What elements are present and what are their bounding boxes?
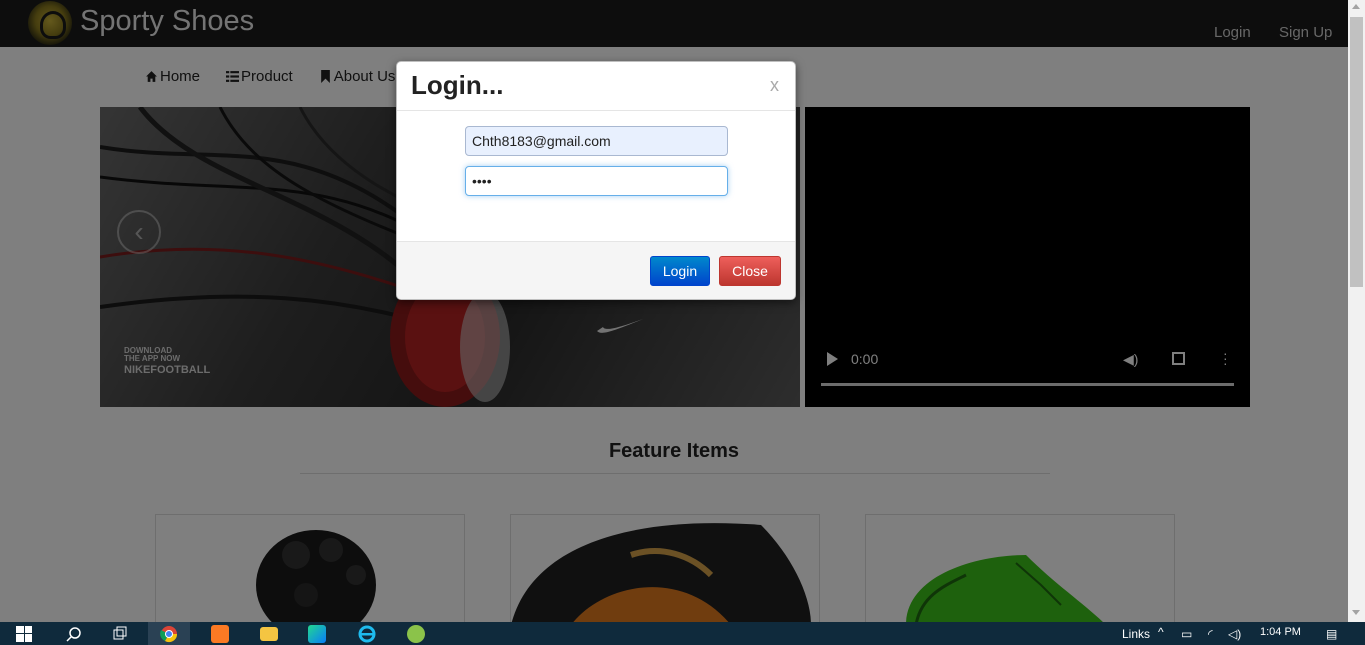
task-view-icon[interactable] [110,622,130,645]
wifi-icon[interactable]: ◜ [1208,627,1213,641]
modal-title: Login... [411,70,504,100]
links-toolbar-label[interactable]: Links [1122,627,1150,641]
chrome-icon[interactable] [148,622,190,645]
email-field[interactable] [465,126,728,156]
modal-close-icon[interactable]: x [770,75,779,96]
webstorm-icon[interactable] [306,622,328,645]
action-center-icon[interactable]: ▤ [1326,627,1337,641]
scrollbar-thumb[interactable] [1350,17,1363,287]
volume-icon[interactable]: ◁) [1228,627,1241,641]
search-icon[interactable] [64,622,84,645]
modal-footer: Login Close [397,241,795,299]
internet-explorer-icon[interactable] [356,622,378,645]
windows-start-icon[interactable] [14,622,34,645]
modal-body [397,111,795,241]
app-icon[interactable] [405,622,427,645]
scroll-down-icon[interactable] [1352,610,1360,615]
chevron-up-icon[interactable]: ^ [1158,625,1164,639]
login-button[interactable]: Login [650,256,710,286]
close-button[interactable]: Close [719,256,781,286]
windows-taskbar: Links ^ ▭ ◜ ◁) 1:04 PM ▤ [0,622,1365,645]
clock[interactable]: 1:04 PM [1260,626,1301,638]
login-modal: Login... x Login Close [396,61,796,300]
modal-header: Login... x [397,62,795,111]
vertical-scrollbar[interactable] [1348,0,1365,622]
scroll-up-icon[interactable] [1352,4,1360,9]
password-field[interactable] [465,166,728,196]
file-explorer-icon[interactable] [258,622,280,645]
xampp-icon[interactable] [208,622,232,645]
network-icon[interactable]: ▭ [1181,627,1192,641]
